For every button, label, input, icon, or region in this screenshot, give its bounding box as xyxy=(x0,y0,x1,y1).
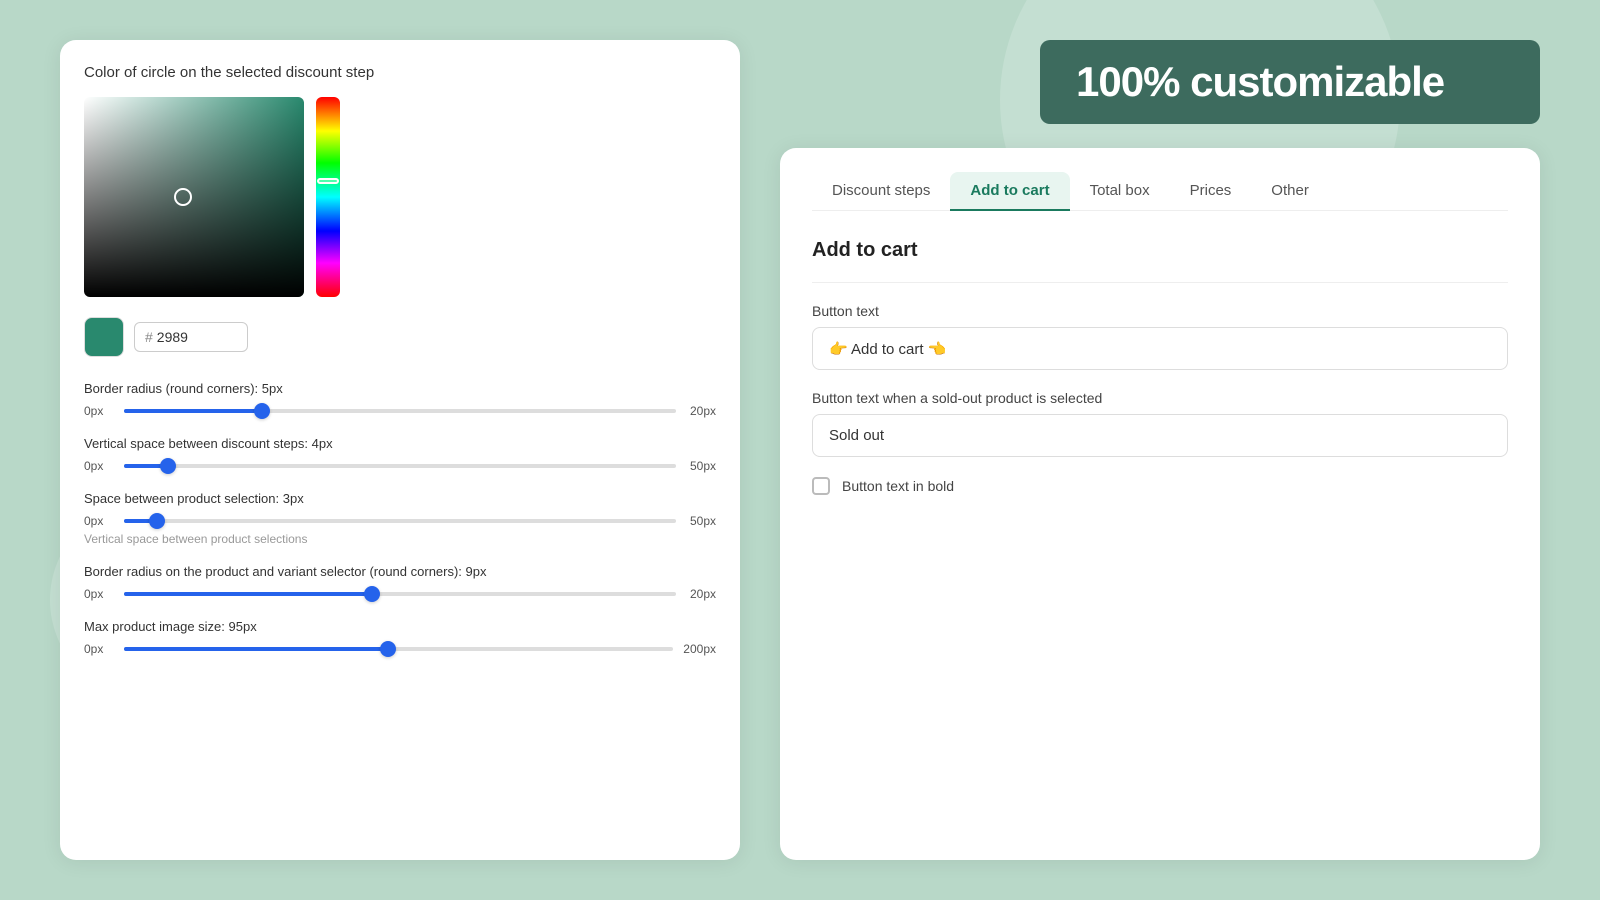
section-heading: Add to cart xyxy=(812,239,1508,262)
tab-discount-steps[interactable]: Discount steps xyxy=(812,172,950,211)
color-gradient-thumb[interactable] xyxy=(174,188,192,206)
slider-max-4: 200px xyxy=(683,642,716,656)
slider-thumb-0[interactable] xyxy=(254,403,270,419)
panel-title: Color of circle on the selected discount… xyxy=(84,64,716,81)
left-panel: Color of circle on the selected discount… xyxy=(60,40,740,860)
slider-section-4: Max product image size: 95px 0px 200px xyxy=(84,619,716,656)
button-text-input[interactable] xyxy=(812,327,1508,370)
sliders-container: Border radius (round corners): 5px 0px 2… xyxy=(84,381,716,656)
hero-banner: 100% customizable xyxy=(1040,40,1540,124)
color-hue-bar[interactable] xyxy=(316,97,340,297)
color-gradient-picker[interactable] xyxy=(84,97,304,297)
button-text-label: Button text xyxy=(812,303,1508,319)
slider-min-1: 0px xyxy=(84,459,114,473)
tabs-row: Discount stepsAdd to cartTotal boxPrices… xyxy=(812,172,1508,211)
main-container: Color of circle on the selected discount… xyxy=(0,0,1600,900)
bold-checkbox-row: Button text in bold xyxy=(812,477,1508,495)
slider-thumb-1[interactable] xyxy=(160,458,176,474)
slider-fill-0 xyxy=(124,409,262,413)
slider-hint-2: Vertical space between product selection… xyxy=(84,532,716,546)
slider-section-0: Border radius (round corners): 5px 0px 2… xyxy=(84,381,716,418)
slider-label-0: Border radius (round corners): 5px xyxy=(84,381,716,396)
slider-track-2[interactable] xyxy=(124,519,676,523)
slider-row-3: 0px 20px xyxy=(84,587,716,601)
slider-row-4: 0px 200px xyxy=(84,642,716,656)
slider-max-2: 50px xyxy=(686,514,716,528)
slider-row-2: 0px 50px xyxy=(84,514,716,528)
slider-label-1: Vertical space between discount steps: 4… xyxy=(84,436,716,451)
hex-input-wrap: # xyxy=(134,322,248,352)
hex-hash: # xyxy=(145,329,153,345)
slider-max-1: 50px xyxy=(686,459,716,473)
slider-fill-4 xyxy=(124,647,388,651)
slider-min-4: 0px xyxy=(84,642,114,656)
slider-min-0: 0px xyxy=(84,404,114,418)
slider-min-3: 0px xyxy=(84,587,114,601)
slider-label-2: Space between product selection: 3px xyxy=(84,491,716,506)
slider-max-3: 20px xyxy=(686,587,716,601)
slider-min-2: 0px xyxy=(84,514,114,528)
slider-section-2: Space between product selection: 3px 0px… xyxy=(84,491,716,546)
slider-thumb-4[interactable] xyxy=(380,641,396,657)
sold-out-input[interactable] xyxy=(812,414,1508,457)
color-picker-area xyxy=(84,97,716,297)
slider-row-0: 0px 20px xyxy=(84,404,716,418)
bold-checkbox-label: Button text in bold xyxy=(842,478,954,494)
color-swatch[interactable] xyxy=(84,317,124,357)
hero-text: 100% customizable xyxy=(1076,58,1444,105)
divider xyxy=(812,282,1508,283)
hex-input[interactable] xyxy=(157,329,237,345)
tab-other[interactable]: Other xyxy=(1251,172,1329,211)
slider-fill-3 xyxy=(124,592,372,596)
slider-max-0: 20px xyxy=(686,404,716,418)
sold-out-label: Button text when a sold-out product is s… xyxy=(812,390,1508,406)
slider-track-0[interactable] xyxy=(124,409,676,413)
slider-thumb-2[interactable] xyxy=(149,513,165,529)
tab-add-to-cart[interactable]: Add to cart xyxy=(950,172,1069,211)
color-hue-thumb[interactable] xyxy=(317,178,339,184)
slider-track-1[interactable] xyxy=(124,464,676,468)
slider-track-3[interactable] xyxy=(124,592,676,596)
slider-section-3: Border radius on the product and variant… xyxy=(84,564,716,601)
slider-thumb-3[interactable] xyxy=(364,586,380,602)
slider-label-4: Max product image size: 95px xyxy=(84,619,716,634)
right-panel: 100% customizable Discount stepsAdd to c… xyxy=(780,40,1540,860)
settings-card: Discount stepsAdd to cartTotal boxPrices… xyxy=(780,148,1540,860)
slider-section-1: Vertical space between discount steps: 4… xyxy=(84,436,716,473)
slider-label-3: Border radius on the product and variant… xyxy=(84,564,716,579)
bold-checkbox[interactable] xyxy=(812,477,830,495)
slider-track-4[interactable] xyxy=(124,647,673,651)
tab-prices[interactable]: Prices xyxy=(1170,172,1252,211)
slider-row-1: 0px 50px xyxy=(84,459,716,473)
tab-total-box[interactable]: Total box xyxy=(1070,172,1170,211)
color-hex-row: # xyxy=(84,317,716,357)
